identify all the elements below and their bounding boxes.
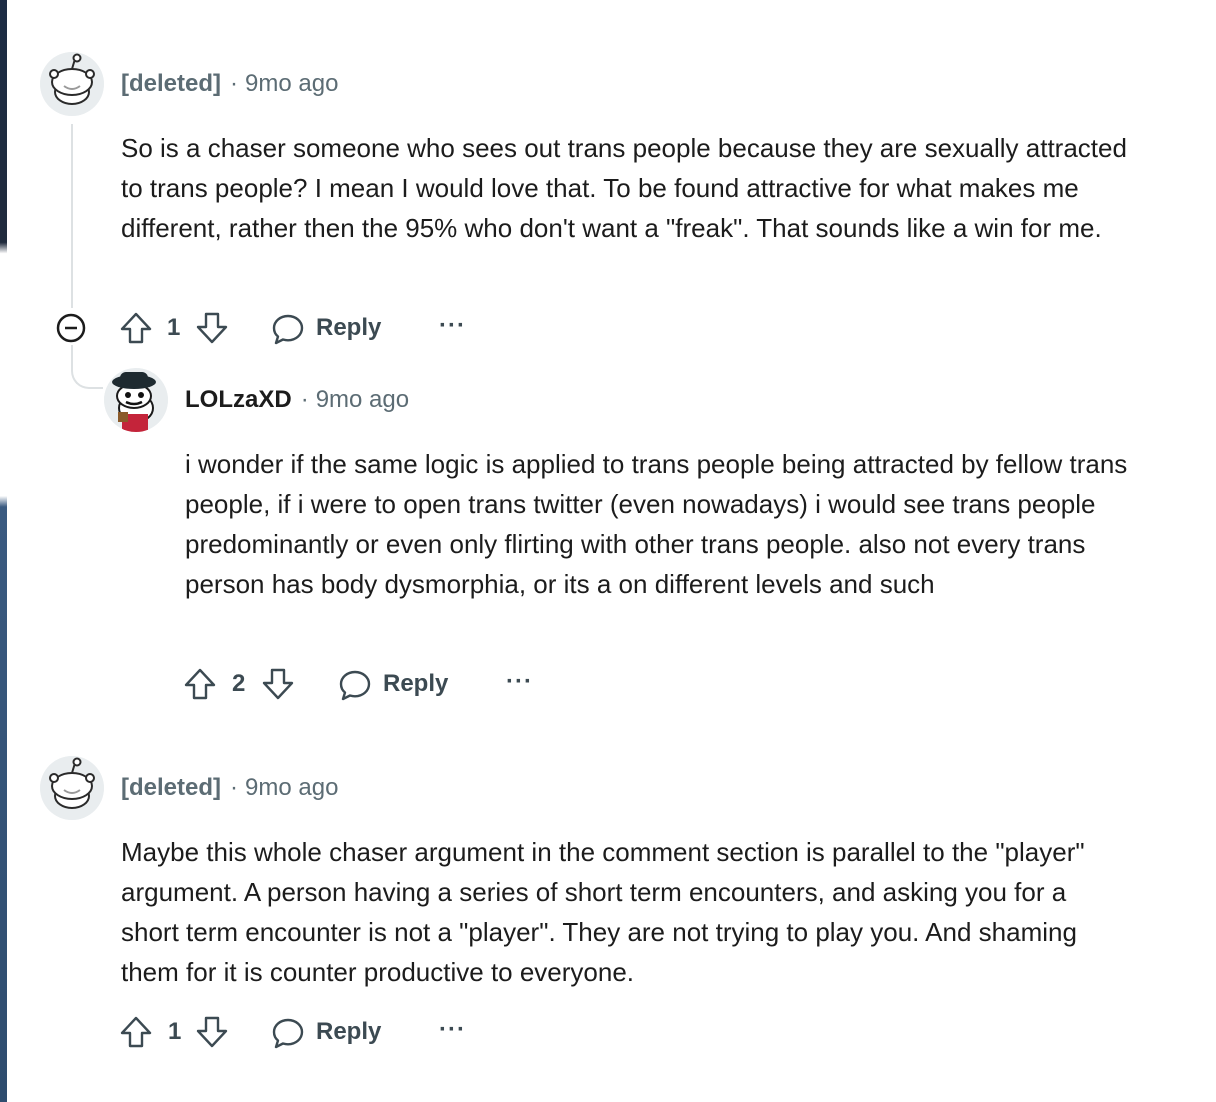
comment-meta: LOLzaXD · 9mo ago [185, 385, 409, 415]
comment-time[interactable]: 9mo ago [316, 386, 409, 413]
reply-button[interactable]: Reply [383, 664, 448, 704]
comment-meta: [deleted] · 9mo ago [121, 773, 338, 803]
comment-time[interactable]: 9mo ago [245, 774, 338, 801]
window-edge [0, 0, 7, 1102]
snoo-deleted-avatar[interactable] [40, 756, 104, 820]
comment-author[interactable]: [deleted] [121, 774, 221, 801]
upvote-icon[interactable] [183, 667, 217, 701]
upvote-icon[interactable] [119, 311, 153, 345]
comment-body: Maybe this whole chaser argument in the … [121, 837, 1085, 987]
vote-score: 1 [167, 314, 181, 341]
downvote-icon[interactable] [261, 667, 295, 701]
comment-time[interactable]: 9mo ago [245, 70, 338, 97]
thread-connector [71, 345, 103, 389]
comment-actions: 1 Reply ··· [55, 308, 475, 348]
snoo-deleted-avatar[interactable] [40, 52, 104, 116]
comment-body: i wonder if the same logic is applied to… [185, 449, 1128, 599]
user-avatar[interactable] [104, 368, 168, 432]
thread-line [71, 124, 73, 308]
more-options-button[interactable]: ··· [439, 310, 466, 342]
comment-actions: 2 Reply ··· [183, 664, 543, 704]
comment-actions: 1 Reply ··· [119, 1012, 479, 1052]
comment-author[interactable]: [deleted] [121, 70, 221, 97]
reply-icon[interactable] [271, 312, 305, 346]
comment-body: So is a chaser someone who sees out tran… [121, 133, 1127, 243]
vote-score: 1 [168, 1018, 182, 1045]
more-options-button[interactable]: ··· [439, 1014, 466, 1046]
separator-dot: · [300, 386, 309, 413]
downvote-icon[interactable] [195, 311, 229, 345]
vote-score: 2 [232, 670, 246, 697]
separator-dot: · [230, 774, 239, 801]
reply-button[interactable]: Reply [316, 1012, 381, 1052]
downvote-icon[interactable] [195, 1015, 229, 1049]
reply-icon[interactable] [271, 1016, 305, 1050]
collapse-icon[interactable] [55, 312, 87, 344]
reply-icon[interactable] [338, 668, 372, 702]
separator-dot: · [230, 70, 239, 97]
upvote-icon[interactable] [119, 1015, 153, 1049]
reply-button[interactable]: Reply [316, 308, 381, 348]
comment-author[interactable]: LOLzaXD [185, 386, 292, 413]
more-options-button[interactable]: ··· [506, 666, 533, 698]
comment-meta: [deleted] · 9mo ago [121, 69, 338, 99]
